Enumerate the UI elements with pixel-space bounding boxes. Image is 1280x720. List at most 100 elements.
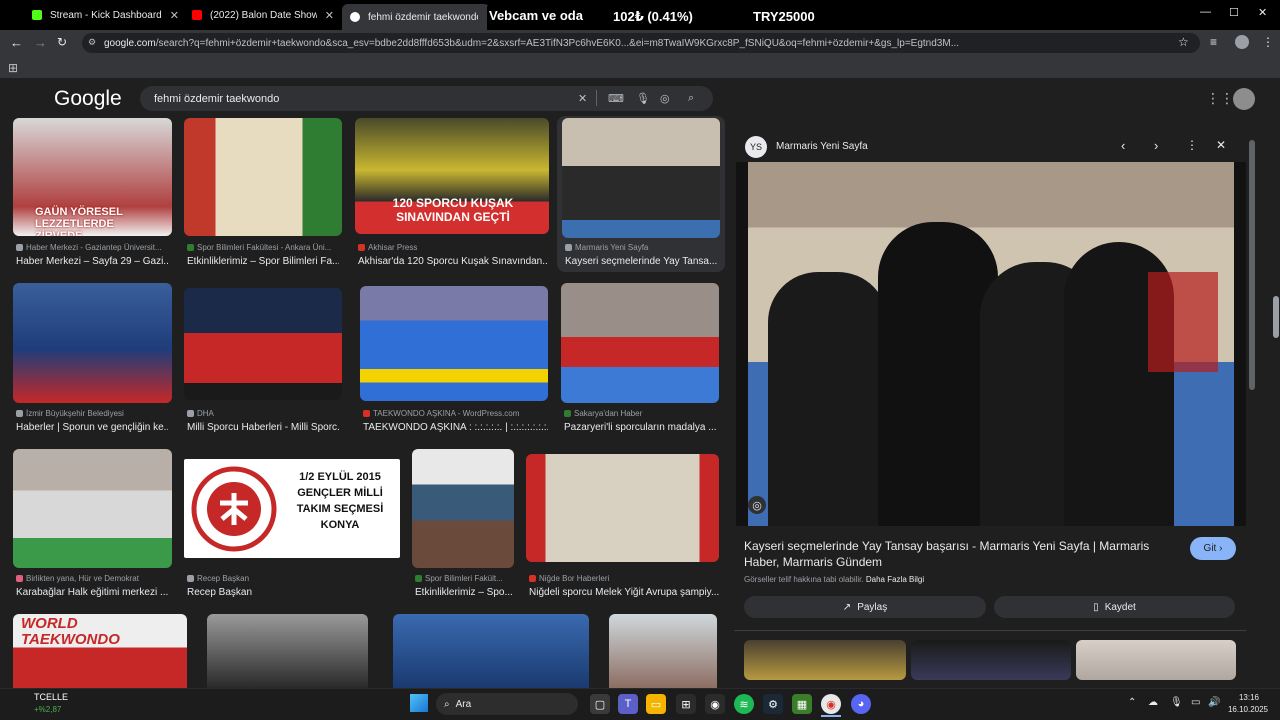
maximize-button[interactable]: ☐ [1229,6,1239,19]
result-source-6[interactable]: DHA [187,409,339,418]
close-window-button[interactable]: ✕ [1258,6,1267,19]
result-source-9[interactable]: Birlikten yana, Hür ve Demokrat [16,574,168,583]
related-image-3[interactable] [1076,640,1236,680]
apps-grid-icon[interactable]: ⊞ [8,61,18,75]
result-image-1[interactable]: GAÜN YÖRESEL LEZZETLERDE ZİRVEDE [13,118,172,236]
microphone-tray-icon[interactable]: 🎙 [1170,697,1183,708]
panel-scrollbar[interactable] [1249,140,1255,390]
start-button[interactable] [410,694,428,712]
result-source-8[interactable]: Sakarya'dan Haber [564,409,716,418]
result-image-3[interactable]: 120 SPORCU KUŞAK SINAVINDAN GEÇTİ [355,118,549,234]
tab-kick-dashboard[interactable]: Stream - Kick Dashboard ✕ [24,4,184,26]
visit-button[interactable]: Git › [1190,537,1236,560]
tab-close-icon[interactable]: ✕ [162,9,179,22]
lens-camera-icon[interactable]: ◎ [660,92,670,105]
related-image-1[interactable] [744,640,906,680]
result-source-1[interactable]: Haber Merkezi - Gaziantep Üniversit... [16,243,168,252]
previous-image-icon[interactable]: ‹ [1121,138,1125,153]
close-panel-icon[interactable]: ✕ [1216,138,1226,152]
stock-widget-name[interactable]: TCELLE [34,692,68,702]
result-image-2[interactable] [184,118,342,236]
more-info-link[interactable]: Daha Fazla Bilgi [866,575,924,584]
result-image-11[interactable] [412,449,514,568]
address-bar[interactable]: google.com/search?q=fehmi+özdemir+taekwo… [82,33,1200,53]
tab-close-icon[interactable]: ✕ [317,9,334,22]
volume-icon[interactable]: 🔊 [1208,697,1220,708]
result-source-12[interactable]: Niğde Bor Haberleri [529,574,719,583]
microphone-icon[interactable]: 🎙 [636,92,650,105]
detail-site-name[interactable]: Marmaris Yeni Sayfa [776,141,868,152]
tab-google-search[interactable]: fehmi özdemir taekwondo - Google [342,4,490,30]
forward-arrow-icon[interactable]: → [34,35,47,50]
google-apps-icon[interactable]: ⋮⋮ [1206,90,1234,107]
more-options-icon[interactable]: ⋮ [1186,138,1198,152]
related-image-2[interactable] [911,640,1071,680]
result-image-10[interactable]: 1/2 EYLÜL 2015 GENÇLER MİLLİ TAKIM SEÇME… [184,459,400,558]
page-scrollbar[interactable] [1273,296,1279,338]
result-image-12[interactable] [526,454,719,562]
file-explorer-icon[interactable]: ▭ [646,694,666,714]
save-button[interactable]: ▯ Kaydet [994,596,1235,618]
result-image-7[interactable] [360,286,548,401]
result-image-9[interactable] [13,449,172,568]
result-image-13[interactable]: WORLD TAEKWONDO [13,614,187,688]
result-source-3[interactable]: Akhisar Press [358,243,548,252]
next-image-icon[interactable]: › [1154,138,1158,153]
profile-avatar[interactable] [1235,35,1249,49]
result-title-8[interactable]: Pazaryeri'li sporcuların madalya ... [564,422,716,433]
tray-app-icon[interactable]: ☁ [1148,697,1158,708]
result-image-14[interactable] [207,614,368,688]
result-image-6[interactable] [184,288,342,400]
taskbar-search[interactable]: ⌕ Ara [436,693,578,715]
lens-search-icon[interactable]: ◎ [748,496,766,514]
result-title-12[interactable]: Niğdeli sporcu Melek Yiğit Avrupa şampiy… [529,587,719,598]
result-image-4[interactable] [562,118,720,238]
minecraft-icon[interactable]: ▦ [792,694,812,714]
keyboard-icon[interactable]: ⌨ [608,92,624,105]
back-arrow-icon[interactable]: ← [10,35,23,50]
spotify-icon[interactable]: ≋ [734,694,754,714]
result-image-8[interactable] [561,283,719,403]
chrome-icon[interactable]: ◉ [821,694,841,714]
github-icon[interactable]: ◉ [705,694,725,714]
result-image-5[interactable] [13,283,172,403]
site-info-icon[interactable]: ⚙ [88,37,96,48]
tab-balon-date-show[interactable]: (2022) Balon Date Show 20. Bölüm ✕ [184,4,342,26]
tray-chevron-icon[interactable]: ⌃ [1128,697,1136,708]
search-icon[interactable]: ⌕ [688,92,694,105]
result-title-7[interactable]: TAEKWONDO AŞKINA : :.:.:.:.:. | :.:.:.:.… [363,422,548,433]
result-title-2[interactable]: Etkinliklerimiz – Spor Bilimleri Fa... [187,256,339,267]
google-logo[interactable]: Google [54,87,122,111]
result-source-10[interactable]: Recep Başkan [187,574,339,583]
result-title-4[interactable]: Kayseri seçmelerinde Yay Tansa... [565,256,717,267]
clock-date[interactable]: 16.10.2025 [1222,705,1268,714]
network-icon[interactable]: ▭ [1191,697,1200,708]
detail-image[interactable]: ◎ [736,162,1246,526]
result-title-9[interactable]: Karabağlar Halk eğitimi merkezi ... [16,587,168,598]
discord-icon[interactable]: ◕ [851,694,871,714]
result-image-15[interactable] [393,614,589,688]
minimize-button[interactable]: — [1200,6,1211,18]
result-source-4[interactable]: Marmaris Yeni Sayfa [565,243,717,252]
bookmark-star-icon[interactable]: ☆ [1178,35,1189,49]
store-icon[interactable]: ⊞ [676,694,696,714]
result-title-6[interactable]: Milli Sporcu Haberleri - Milli Sporc... [187,422,339,433]
menu-dots-icon[interactable]: ⋮ [1262,35,1274,49]
result-source-7[interactable]: TAEKWONDO AŞKINA - WordPress.com [363,409,548,418]
result-title-11[interactable]: Etkinliklerimiz – Spo... [415,587,515,598]
reload-icon[interactable]: ↻ [57,35,67,49]
steam-icon[interactable]: ⚙ [763,694,783,714]
detail-title[interactable]: Kayseri seçmelerinde Yay Tansay başarısı… [744,538,1164,570]
result-source-5[interactable]: İzmir Büyükşehir Belediyesi [16,409,168,418]
reading-list-icon[interactable]: ≡ [1210,35,1217,49]
account-avatar[interactable] [1233,88,1255,110]
result-title-10[interactable]: Recep Başkan [187,587,339,598]
result-source-2[interactable]: Spor Bilimleri Fakültesi - Ankara Üni... [187,243,339,252]
teams-icon[interactable]: T [618,694,638,714]
result-title-3[interactable]: Akhisar'da 120 Sporcu Kuşak Sınavından..… [358,256,548,267]
task-view-icon[interactable]: ▢ [590,694,610,714]
result-source-11[interactable]: Spor Bilimleri Fakült... [415,574,515,583]
result-title-5[interactable]: Haberler | Sporun ve gençliğin ke... [16,422,168,433]
result-image-16[interactable] [609,614,717,688]
share-button[interactable]: ↗ Paylaş [744,596,986,618]
